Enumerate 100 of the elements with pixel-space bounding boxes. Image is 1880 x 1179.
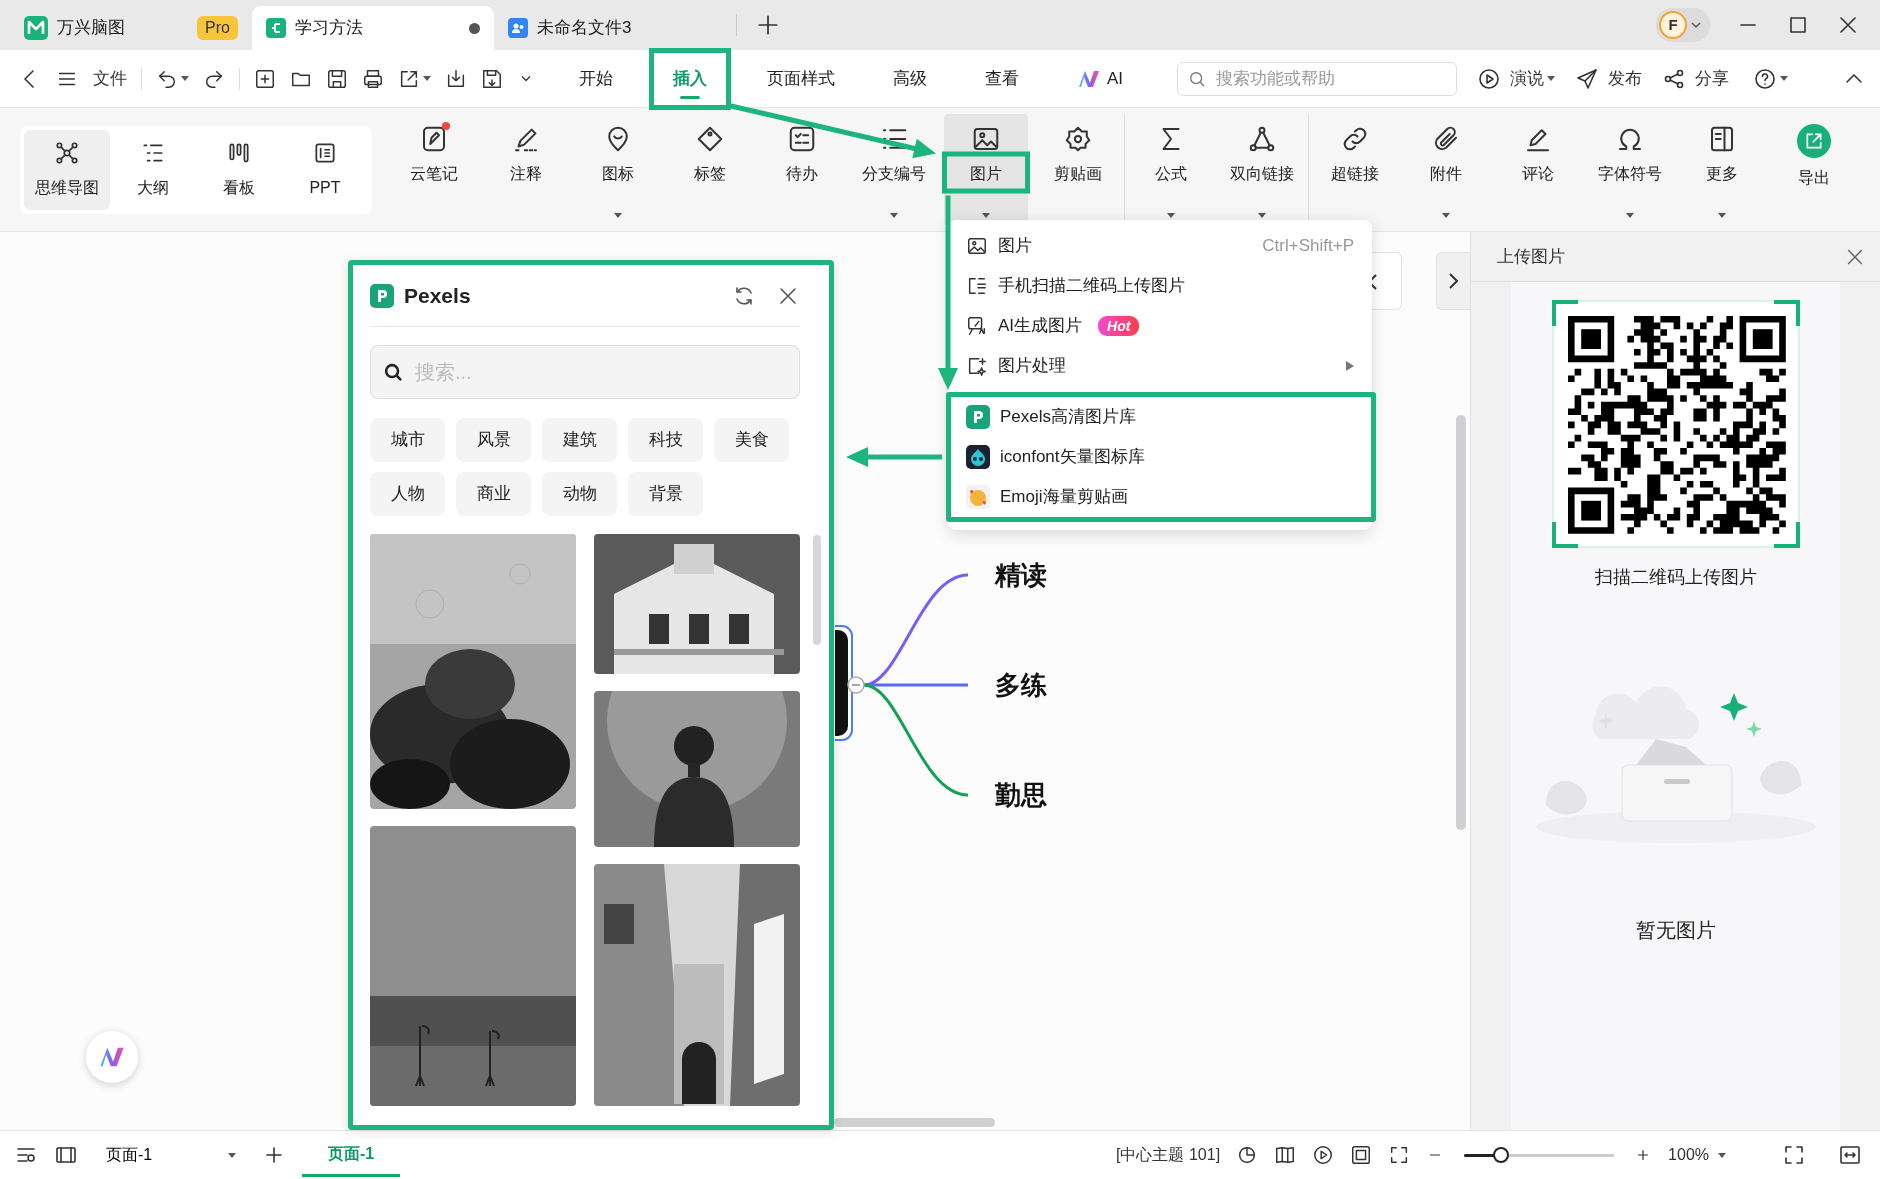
caret-icon	[1626, 212, 1634, 218]
menu-tab[interactable]: 开始	[557, 55, 635, 102]
ribbon-button[interactable]: 剪贴画	[1032, 113, 1124, 226]
ai-image-icon	[966, 315, 988, 337]
menu-item[interactable]: iconfont矢量图标库	[951, 437, 1371, 477]
document-tab[interactable]: 万兴脑图 Pro	[10, 6, 252, 50]
save-as-icon[interactable]	[481, 67, 503, 90]
logo-icon	[966, 405, 990, 429]
page-select[interactable]: 页面-1	[94, 1138, 246, 1172]
menu-item[interactable]: Pexels高清图片库	[951, 397, 1371, 437]
ribbon-button[interactable]: 导出	[1768, 113, 1860, 226]
ribbon-button[interactable]: 注释	[480, 113, 572, 226]
qr-caption: 扫描二维码上传图片	[1594, 566, 1757, 589]
ribbon-button[interactable]: 标签	[664, 113, 756, 226]
print-icon[interactable]	[362, 67, 384, 90]
ribbon-button[interactable]: 评论	[1492, 113, 1584, 226]
topic-label[interactable]: 勤思	[995, 779, 1047, 811]
category-tag[interactable]: 科技	[628, 418, 703, 462]
ribbon-button[interactable]: 双向链接	[1216, 113, 1308, 226]
image-icon	[966, 235, 988, 257]
menu-item[interactable]: Emoji海量剪贴画	[951, 477, 1371, 517]
menu-item[interactable]: 手机扫描二维码上传图片	[948, 266, 1372, 306]
scrollbar[interactable]	[834, 1118, 995, 1127]
category-tag[interactable]: 背景	[628, 472, 703, 516]
caret-icon	[423, 76, 431, 81]
category-tag[interactable]: 人物	[370, 472, 445, 516]
category-tag[interactable]: 建筑	[542, 418, 617, 462]
caret-icon	[1547, 76, 1556, 81]
mindmap-file-icon	[266, 18, 286, 38]
pro-badge: Pro	[197, 16, 238, 40]
menu-tab[interactable]: 页面样式	[745, 55, 857, 102]
fit-icon[interactable]	[1350, 1144, 1373, 1166]
search-field[interactable]: 搜索功能或帮助	[1177, 61, 1458, 96]
caret-icon	[982, 212, 990, 218]
collapse-panel-button[interactable]	[1436, 252, 1470, 310]
caret-icon	[890, 212, 898, 218]
book-icon[interactable]	[1274, 1144, 1297, 1166]
zoom-select[interactable]: 100%	[1668, 1143, 1726, 1167]
caret-icon	[181, 76, 189, 81]
save-icon[interactable]	[326, 67, 348, 90]
new-file-icon[interactable]	[254, 67, 276, 90]
caret-icon	[228, 1152, 236, 1158]
ribbon-button[interactable]: 图标	[572, 113, 664, 226]
play-icon	[1477, 66, 1502, 91]
caret-icon	[1780, 76, 1789, 81]
collapse-icon[interactable]	[847, 676, 865, 694]
ribbon-button[interactable]: 云笔记	[388, 113, 480, 226]
scrollbar[interactable]	[1456, 415, 1466, 830]
import-icon[interactable]	[445, 67, 467, 90]
ai-assistant-button[interactable]	[86, 1031, 138, 1083]
caret-icon	[1442, 212, 1450, 218]
toolbar-button[interactable]: 分享	[1662, 65, 1730, 92]
category-tag[interactable]: 动物	[542, 472, 617, 516]
ribbon-button[interactable]: 字体符号	[1584, 113, 1676, 226]
document-tab[interactable]: 未命名文件3	[494, 6, 736, 50]
view-button[interactable]: 大纲	[110, 129, 196, 210]
caret-icon	[1166, 212, 1175, 218]
play-icon[interactable]	[1312, 1144, 1335, 1166]
menu-item[interactable]: 图片 Ctrl+Shift+P	[948, 226, 1372, 266]
category-tag[interactable]: 风景	[456, 418, 531, 462]
menu-tab[interactable]: 高级	[871, 55, 949, 102]
hot-badge: Hot	[1098, 316, 1140, 336]
topic-count: [中心主题 101]	[1116, 1145, 1221, 1165]
scrollbar[interactable]	[813, 535, 821, 645]
menu-tab[interactable]: 查看	[963, 55, 1041, 102]
search-field[interactable]: 搜索...	[370, 345, 800, 399]
account-button[interactable]: F	[1656, 8, 1710, 42]
submenu-arrow-icon	[1346, 361, 1354, 371]
category-tag[interactable]: 城市	[370, 418, 445, 462]
ribbon-button[interactable]: 分支编号	[848, 113, 940, 226]
ribbon-button[interactable]: 附件	[1400, 113, 1492, 226]
toolbar-button[interactable]: 发布	[1575, 65, 1643, 92]
topic-node[interactable]	[835, 630, 848, 736]
image-edit-icon	[966, 355, 988, 377]
category-tag[interactable]: 商业	[456, 472, 531, 516]
empty-state-text: 暂无图片	[1635, 918, 1716, 943]
send-icon	[1575, 66, 1600, 91]
caret-icon	[1718, 212, 1726, 218]
topic-label[interactable]: 精读	[995, 559, 1047, 591]
view-button[interactable]: 看板	[196, 129, 282, 210]
shared-file-icon	[508, 18, 528, 38]
chevron-right-icon	[1449, 273, 1458, 289]
view-button[interactable]: 思维导图	[24, 129, 110, 210]
view-button[interactable]: PPT	[282, 129, 368, 210]
ribbon-button[interactable]: 更多	[1676, 113, 1768, 226]
panel-title: Pexels	[404, 282, 471, 309]
panel-title: 上传图片	[1497, 245, 1565, 268]
menu-tab[interactable]: AI	[1055, 55, 1146, 102]
slider-thumb[interactable]	[1493, 1147, 1510, 1163]
topic-label[interactable]: 多练	[995, 669, 1047, 701]
menu-item[interactable]: 图片处理	[948, 346, 1372, 386]
logo-icon	[966, 445, 990, 469]
category-tag[interactable]: 美食	[714, 418, 789, 462]
file-menu[interactable]: 文件	[56, 65, 127, 92]
logo-icon	[370, 283, 394, 308]
help-icon[interactable]	[1753, 66, 1778, 91]
document-tab[interactable]: 学习方法	[252, 6, 494, 50]
ai-logo-icon	[1077, 68, 1101, 89]
toolbar-button[interactable]: 演说	[1477, 65, 1556, 92]
ribbon-button[interactable]: 待办	[756, 113, 848, 226]
